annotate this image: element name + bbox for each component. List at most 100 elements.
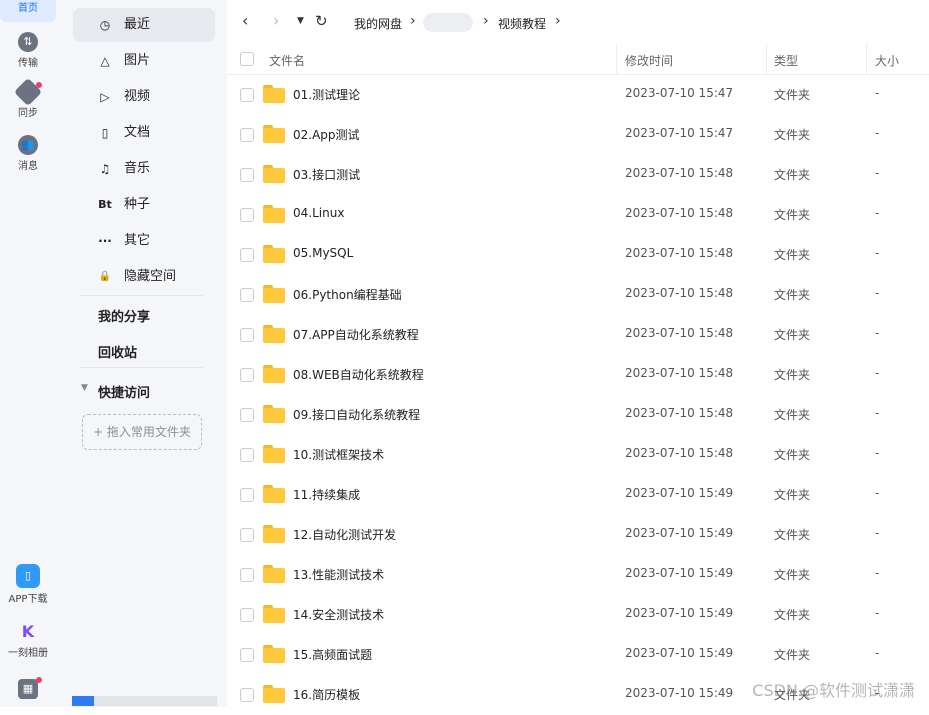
row-checkbox[interactable] (240, 168, 254, 182)
modified-time: 2023-07-10 15:47 (625, 86, 734, 100)
table-row[interactable]: 04.Linux 2023-07-10 15:48 文件夹 - (227, 195, 929, 235)
row-checkbox[interactable] (240, 648, 254, 662)
column-divider[interactable] (616, 44, 617, 74)
table-row[interactable]: 03.接口测试 2023-07-10 15:48 文件夹 - (227, 155, 929, 195)
table-row[interactable]: 07.APP自动化系统教程 2023-07-10 15:48 文件夹 - (227, 315, 929, 355)
sidebar-item-recent[interactable]: ◷ 最近 (73, 8, 215, 42)
row-checkbox[interactable] (240, 248, 254, 262)
row-checkbox[interactable] (240, 568, 254, 582)
file-name[interactable]: 04.Linux (293, 206, 344, 220)
file-name[interactable]: 14.安全测试技术 (293, 606, 384, 623)
table-row[interactable]: 14.安全测试技术 2023-07-10 15:49 文件夹 - (227, 595, 929, 635)
sidebar-item-documents[interactable]: ▯ 文档 (73, 116, 215, 150)
rail-album[interactable]: K 一刻相册 (0, 622, 56, 659)
column-divider[interactable] (866, 44, 867, 74)
image-icon: △ (100, 54, 110, 68)
rail-apps[interactable]: ▦ (0, 677, 56, 701)
row-checkbox[interactable] (240, 88, 254, 102)
breadcrumb-redacted[interactable] (423, 13, 473, 32)
history-dropdown-icon[interactable]: ▼ (297, 16, 304, 26)
table-row[interactable]: 06.Python编程基础 2023-07-10 15:48 文件夹 - (227, 275, 929, 315)
file-name[interactable]: 10.测试框架技术 (293, 446, 384, 463)
sidebar-item-images[interactable]: △ 图片 (73, 44, 215, 78)
column-divider[interactable] (766, 44, 767, 74)
folder-icon (263, 525, 285, 543)
drop-folder-zone[interactable]: + 拖入常用文件夹 (82, 414, 202, 450)
row-checkbox[interactable] (240, 448, 254, 462)
rail-messages[interactable]: 👥 消息 (0, 135, 56, 172)
file-name[interactable]: 01.测试理论 (293, 86, 360, 103)
breadcrumb-root[interactable]: 我的网盘 (354, 15, 402, 32)
rail-transfer[interactable]: ⇅ 传输 (0, 32, 56, 69)
my-share-link[interactable]: 我的分享 (98, 306, 150, 325)
breadcrumb-current[interactable]: 视频教程 (498, 15, 546, 32)
sidebar-item-music[interactable]: ♫ 音乐 (73, 152, 215, 186)
back-icon[interactable]: ‹ (242, 11, 248, 30)
file-name[interactable]: 05.MySQL (293, 246, 353, 260)
chevron-right-icon: › (483, 13, 489, 29)
sidebar-item-label: 其它 (124, 233, 151, 248)
row-checkbox[interactable] (240, 528, 254, 542)
rail-sync[interactable]: 同步 (0, 77, 56, 119)
table-row[interactable]: 09.接口自动化系统教程 2023-07-10 15:48 文件夹 - (227, 395, 929, 435)
file-name[interactable]: 13.性能测试技术 (293, 566, 384, 583)
collapse-caret-icon[interactable]: ▼ (81, 383, 88, 393)
file-name[interactable]: 09.接口自动化系统教程 (293, 406, 420, 423)
sidebar-item-other[interactable]: ··· 其它 (73, 224, 215, 258)
row-checkbox[interactable] (240, 608, 254, 622)
row-checkbox[interactable] (240, 208, 254, 222)
sidebar-item-hidden-space[interactable]: 🔒 隐藏空间 (73, 260, 215, 294)
folder-icon (263, 365, 285, 383)
select-all-checkbox[interactable] (240, 52, 254, 66)
sidebar-item-torrent[interactable]: Bt 种子 (73, 188, 215, 222)
storage-progress-bar (72, 696, 217, 706)
modified-time: 2023-07-10 15:49 (625, 566, 734, 580)
table-row[interactable]: 12.自动化测试开发 2023-07-10 15:49 文件夹 - (227, 515, 929, 555)
row-checkbox[interactable] (240, 328, 254, 342)
row-checkbox[interactable] (240, 688, 254, 702)
sidebar-item-label: 音乐 (124, 161, 151, 176)
row-checkbox[interactable] (240, 408, 254, 422)
watermark: CSDN @软件测试潇潇 (752, 681, 915, 700)
file-name[interactable]: 06.Python编程基础 (293, 286, 402, 303)
quick-access-heading[interactable]: 快捷访问 (98, 382, 150, 401)
row-checkbox[interactable] (240, 368, 254, 382)
file-name[interactable]: 02.App测试 (293, 126, 360, 143)
file-name[interactable]: 16.简历模板 (293, 686, 360, 703)
table-row[interactable]: 01.测试理论 2023-07-10 15:47 文件夹 - (227, 75, 929, 115)
row-checkbox[interactable] (240, 288, 254, 302)
folder-icon (263, 205, 285, 223)
table-row[interactable]: 05.MySQL 2023-07-10 15:48 文件夹 - (227, 235, 929, 275)
header-size[interactable]: 大小 (875, 52, 899, 69)
file-name[interactable]: 11.持续集成 (293, 486, 360, 503)
row-checkbox[interactable] (240, 488, 254, 502)
file-name[interactable]: 12.自动化测试开发 (293, 526, 396, 543)
table-row[interactable]: 15.高频面试题 2023-07-10 15:49 文件夹 - (227, 635, 929, 675)
rail-app-download[interactable]: ▯ APP下载 (0, 564, 56, 605)
table-row[interactable]: 13.性能测试技术 2023-07-10 15:49 文件夹 - (227, 555, 929, 595)
table-row[interactable]: 11.持续集成 2023-07-10 15:49 文件夹 - (227, 475, 929, 515)
rail-home[interactable]: 首页 (0, 0, 56, 22)
file-type: 文件夹 (774, 168, 811, 182)
row-checkbox[interactable] (240, 128, 254, 142)
header-modified[interactable]: 修改时间 (625, 52, 673, 69)
file-type: 文件夹 (774, 328, 811, 342)
file-name[interactable]: 07.APP自动化系统教程 (293, 326, 419, 343)
apps-grid-icon: ▦ (18, 679, 38, 699)
file-size: - (875, 486, 880, 500)
sidebar-item-video[interactable]: ▷ 视频 (73, 80, 215, 114)
table-row[interactable]: 10.测试框架技术 2023-07-10 15:48 文件夹 - (227, 435, 929, 475)
file-size: - (875, 86, 880, 100)
refresh-icon[interactable]: ↻ (315, 12, 328, 30)
table-row[interactable]: 02.App测试 2023-07-10 15:47 文件夹 - (227, 115, 929, 155)
file-name[interactable]: 15.高频面试题 (293, 646, 372, 663)
file-name[interactable]: 08.WEB自动化系统教程 (293, 366, 424, 383)
forward-icon[interactable]: › (273, 11, 279, 30)
header-type[interactable]: 类型 (774, 52, 798, 69)
recycle-bin-link[interactable]: 回收站 (98, 342, 137, 361)
file-name[interactable]: 03.接口测试 (293, 166, 360, 183)
folder-icon (263, 245, 285, 263)
table-row[interactable]: 08.WEB自动化系统教程 2023-07-10 15:48 文件夹 - (227, 355, 929, 395)
folder-icon (263, 85, 285, 103)
header-name[interactable]: 文件名 (269, 52, 305, 69)
